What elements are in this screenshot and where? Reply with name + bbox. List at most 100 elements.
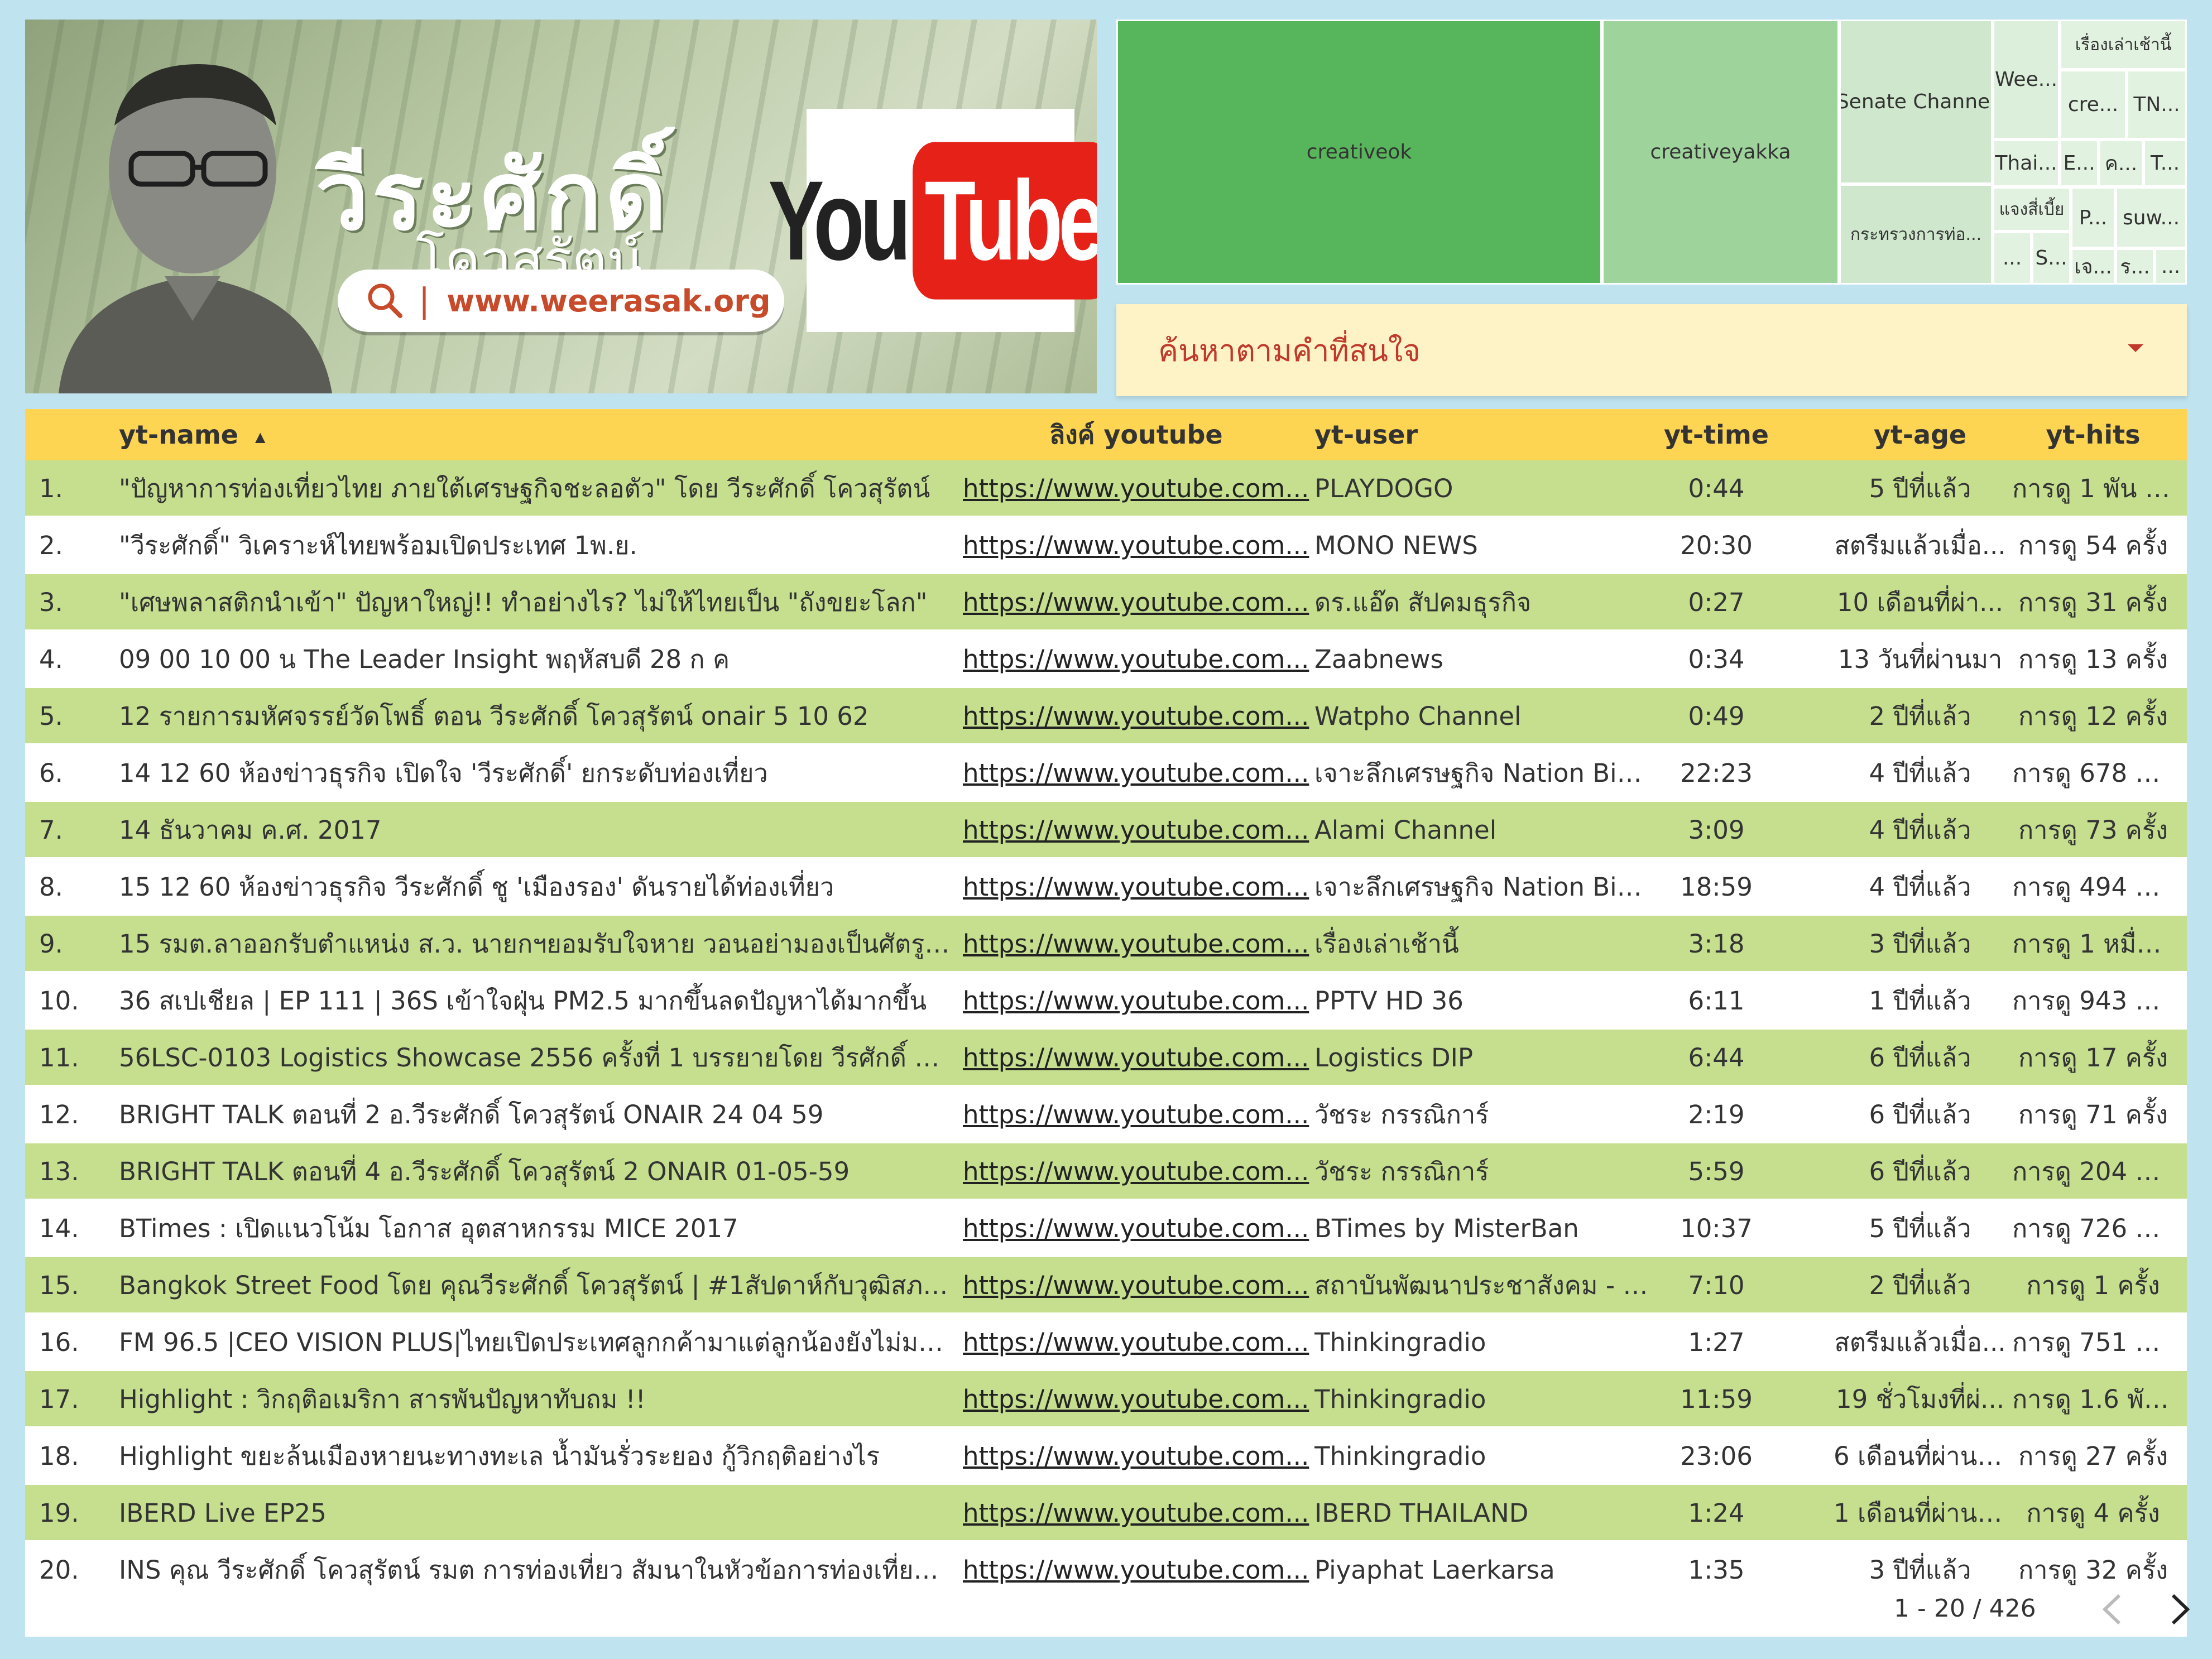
view-count: การดู 678 ครั้ง	[2012, 758, 2174, 788]
video-title: 14 ธันวาคม ค.ศ. 2017	[119, 815, 382, 845]
treemap-cell-label: ...	[2002, 247, 2022, 270]
video-age: 4 ปีที่แล้ว	[1869, 758, 1971, 788]
website-link[interactable]: | www.weerasak.org	[338, 270, 784, 332]
table-row[interactable]: 15. Bangkok Street Food โดย คุณวีระศักดิ์…	[25, 1257, 2187, 1314]
youtube-link[interactable]: https://www.youtube.com...	[963, 574, 1312, 631]
treemap-cell[interactable]: cre...	[2060, 70, 2127, 140]
view-count: การดู 31 ครั้ง	[2018, 588, 2168, 617]
table-row[interactable]: 17. Highlight : วิกฤติอเมริกา สารพันปัญหา…	[25, 1371, 2187, 1428]
video-title: FM 96.5 |CEO VISION PLUS|ไทยเปิดประเทศลู…	[119, 1328, 951, 1357]
table-row[interactable]: 3. "เศษพลาสติกนำเข้า" ปัญหาใหญ่!! ทำอย่าง…	[25, 574, 2187, 631]
treemap-cell[interactable]: suw...	[2115, 187, 2187, 248]
caret-down-icon	[2128, 344, 2143, 352]
youtube-link[interactable]: https://www.youtube.com...	[963, 1143, 1312, 1200]
table-row[interactable]: 18. Highlight ขยะล้นเมืองหายนะทางทะเล น้ำ…	[25, 1428, 2187, 1485]
video-age: 6 ปีที่แล้ว	[1869, 1100, 1971, 1129]
treemap-cell[interactable]: S...	[2032, 232, 2071, 285]
view-count: การดู 4 ครั้ง	[2026, 1498, 2160, 1528]
row-number: 16.	[39, 1328, 79, 1357]
treemap-cell[interactable]: ...	[1993, 232, 2032, 285]
treemap-cell-label: Thai...	[1995, 152, 2057, 175]
table-row[interactable]: 14. BTimes : เปิดแนวโน้ม โอกาส อุตสาหกรรม…	[25, 1200, 2187, 1257]
column-header-yt-age[interactable]: yt-age	[1834, 409, 2007, 460]
treemap-cell[interactable]: เรื่องเล่าเช้านี้	[2060, 20, 2187, 70]
channel-name: วัชระ กรรณิการ์	[1314, 1157, 1489, 1186]
treemap-cell[interactable]: T...	[2143, 140, 2187, 187]
column-header-yt-hits[interactable]: yt-hits	[2012, 409, 2174, 460]
table-row[interactable]: 7. 14 ธันวาคม ค.ศ. 2017 https://www.youtub…	[25, 802, 2187, 859]
row-number: 15.	[39, 1271, 79, 1300]
treemap-cell[interactable]: เจ...	[2071, 248, 2115, 285]
table-row[interactable]: 1. "ปัญหาการท่องเที่ยวไทย ภายใต้เศรษฐกิจช…	[25, 460, 2187, 517]
treemap-cell[interactable]: กระทรวงการท่อ...	[1839, 184, 1993, 285]
column-header-yt-user[interactable]: yt-user	[1314, 409, 1418, 460]
channel-name: ดร.แอ๊ด สัปคมธุรกิจ	[1314, 588, 1532, 617]
treemap-cell[interactable]: Wee...	[1993, 20, 2060, 140]
chevron-left-icon[interactable]	[2096, 1590, 2129, 1629]
treemap-cell[interactable]: Senate Channel	[1839, 20, 1993, 184]
row-number: 13.	[39, 1157, 79, 1186]
treemap-cell[interactable]: creativeyakka	[1602, 20, 1839, 285]
video-duration: 11:59	[1680, 1384, 1753, 1414]
youtube-link[interactable]: https://www.youtube.com...	[963, 745, 1312, 802]
video-title: Bangkok Street Food โดย คุณวีระศักดิ์ โค…	[119, 1271, 951, 1300]
table-header: yt-name ▲ ลิงค์ youtube yt-user yt-time …	[25, 409, 2187, 460]
table-row[interactable]: 4. 09 00 10 00 น The Leader Insight พฤหัส…	[25, 631, 2187, 688]
table-row[interactable]: 8. 15 12 60 ห้องข่าวธุรกิจ วีระศักดิ์ ชู …	[25, 859, 2187, 916]
youtube-link[interactable]: https://www.youtube.com...	[963, 1371, 1312, 1428]
treemap-cell-label: TN...	[2133, 93, 2180, 116]
chevron-right-icon[interactable]	[2163, 1590, 2196, 1629]
youtube-link[interactable]: https://www.youtube.com...	[963, 1428, 1312, 1485]
table-row[interactable]: 16. FM 96.5 |CEO VISION PLUS|ไทยเปิดประเท…	[25, 1314, 2187, 1371]
table-row[interactable]: 19. IBERD Live EP25 https://www.youtube.co…	[25, 1485, 2187, 1542]
table-row[interactable]: 12. BRIGHT TALK ตอนที่ 2 อ.วีระศักดิ์ โคว…	[25, 1086, 2187, 1143]
video-age: 2 ปีที่แล้ว	[1869, 1271, 1971, 1300]
youtube-link[interactable]: https://www.youtube.com...	[963, 631, 1312, 688]
search-dropdown[interactable]: ค้นหาตามคำที่สนใจ	[1116, 304, 2187, 396]
column-header-yt-name[interactable]: yt-name ▲	[119, 409, 265, 460]
video-duration: 6:11	[1688, 986, 1745, 1016]
table-row[interactable]: 9. 15 รมต.ลาออกรับตำแหน่ง ส.ว. นายกฯยอมรั…	[25, 916, 2187, 973]
youtube-link[interactable]: https://www.youtube.com...	[963, 1485, 1312, 1542]
treemap-cell-label: เจ...	[2074, 256, 2112, 278]
youtube-link[interactable]: https://www.youtube.com...	[963, 859, 1312, 916]
video-age: 6 ปีที่แล้ว	[1869, 1043, 1971, 1073]
youtube-link[interactable]: https://www.youtube.com...	[963, 1086, 1312, 1143]
treemap-cell[interactable]: creativeok	[1116, 20, 1602, 285]
video-title: "ปัญหาการท่องเที่ยวไทย ภายใต้เศรษฐกิจชะล…	[119, 474, 930, 503]
youtube-link[interactable]: https://www.youtube.com...	[963, 1314, 1312, 1371]
treemap-cell[interactable]: แจงสี่เบี้ย	[1993, 187, 2071, 232]
table-row[interactable]: 5. 12 รายการมหัศจรรย์วัดโพธิ์ ตอน วีระศัก…	[25, 688, 2187, 745]
youtube-link[interactable]: https://www.youtube.com...	[963, 1257, 1312, 1314]
table-row[interactable]: 6. 14 12 60 ห้องข่าวธุรกิจ เปิดใจ 'วีระศั…	[25, 745, 2187, 802]
column-header-link[interactable]: ลิงค์ youtube	[1049, 409, 1223, 460]
youtube-link[interactable]: https://www.youtube.com...	[963, 1200, 1312, 1257]
treemap-cell[interactable]: TN...	[2127, 70, 2187, 140]
treemap-cell[interactable]: P...	[2071, 187, 2115, 248]
view-count: การดู 17 ครั้ง	[2018, 1043, 2168, 1073]
video-age: 5 ปีที่แล้ว	[1869, 474, 1971, 503]
channel-name: PLAYDOGO	[1314, 474, 1453, 503]
youtube-link[interactable]: https://www.youtube.com...	[963, 688, 1312, 745]
treemap-cell[interactable]: ร...	[2115, 248, 2155, 285]
youtube-link[interactable]: https://www.youtube.com...	[963, 517, 1312, 574]
table-row[interactable]: 2. "วีระศักดิ์" วิเคราะห์ไทยพร้อมเปิดประเ…	[25, 517, 2187, 574]
channel-name: Watpho Channel	[1314, 701, 1522, 731]
video-title: 56LSC-0103 Logistics Showcase 2556 ครั้ง…	[119, 1043, 951, 1073]
table-row[interactable]: 11. 56LSC-0103 Logistics Showcase 2556 คร…	[25, 1030, 2187, 1086]
youtube-link[interactable]: https://www.youtube.com...	[963, 802, 1312, 859]
channel-name: Thinkingradio	[1314, 1328, 1486, 1357]
row-number: 10.	[39, 986, 79, 1016]
treemap-cell[interactable]: ค...	[2099, 140, 2143, 187]
youtube-link[interactable]: https://www.youtube.com...	[963, 916, 1312, 973]
treemap-cell[interactable]: E...	[2060, 140, 2099, 187]
youtube-link[interactable]: https://www.youtube.com...	[963, 973, 1312, 1030]
youtube-link[interactable]: https://www.youtube.com...	[963, 1030, 1312, 1086]
row-number: 6.	[39, 758, 63, 788]
youtube-link[interactable]: https://www.youtube.com...	[963, 460, 1312, 517]
treemap-cell[interactable]: Thai...	[1993, 140, 2060, 187]
table-row[interactable]: 10. 36 สเปเชียล | EP 111 | 36S เข้าใจฝุ่น…	[25, 973, 2187, 1030]
table-row[interactable]: 13. BRIGHT TALK ตอนที่ 4 อ.วีระศักดิ์ โคว…	[25, 1143, 2187, 1200]
column-header-yt-time[interactable]: yt-time	[1655, 409, 1778, 460]
treemap-cell[interactable]: ...	[2155, 248, 2187, 285]
